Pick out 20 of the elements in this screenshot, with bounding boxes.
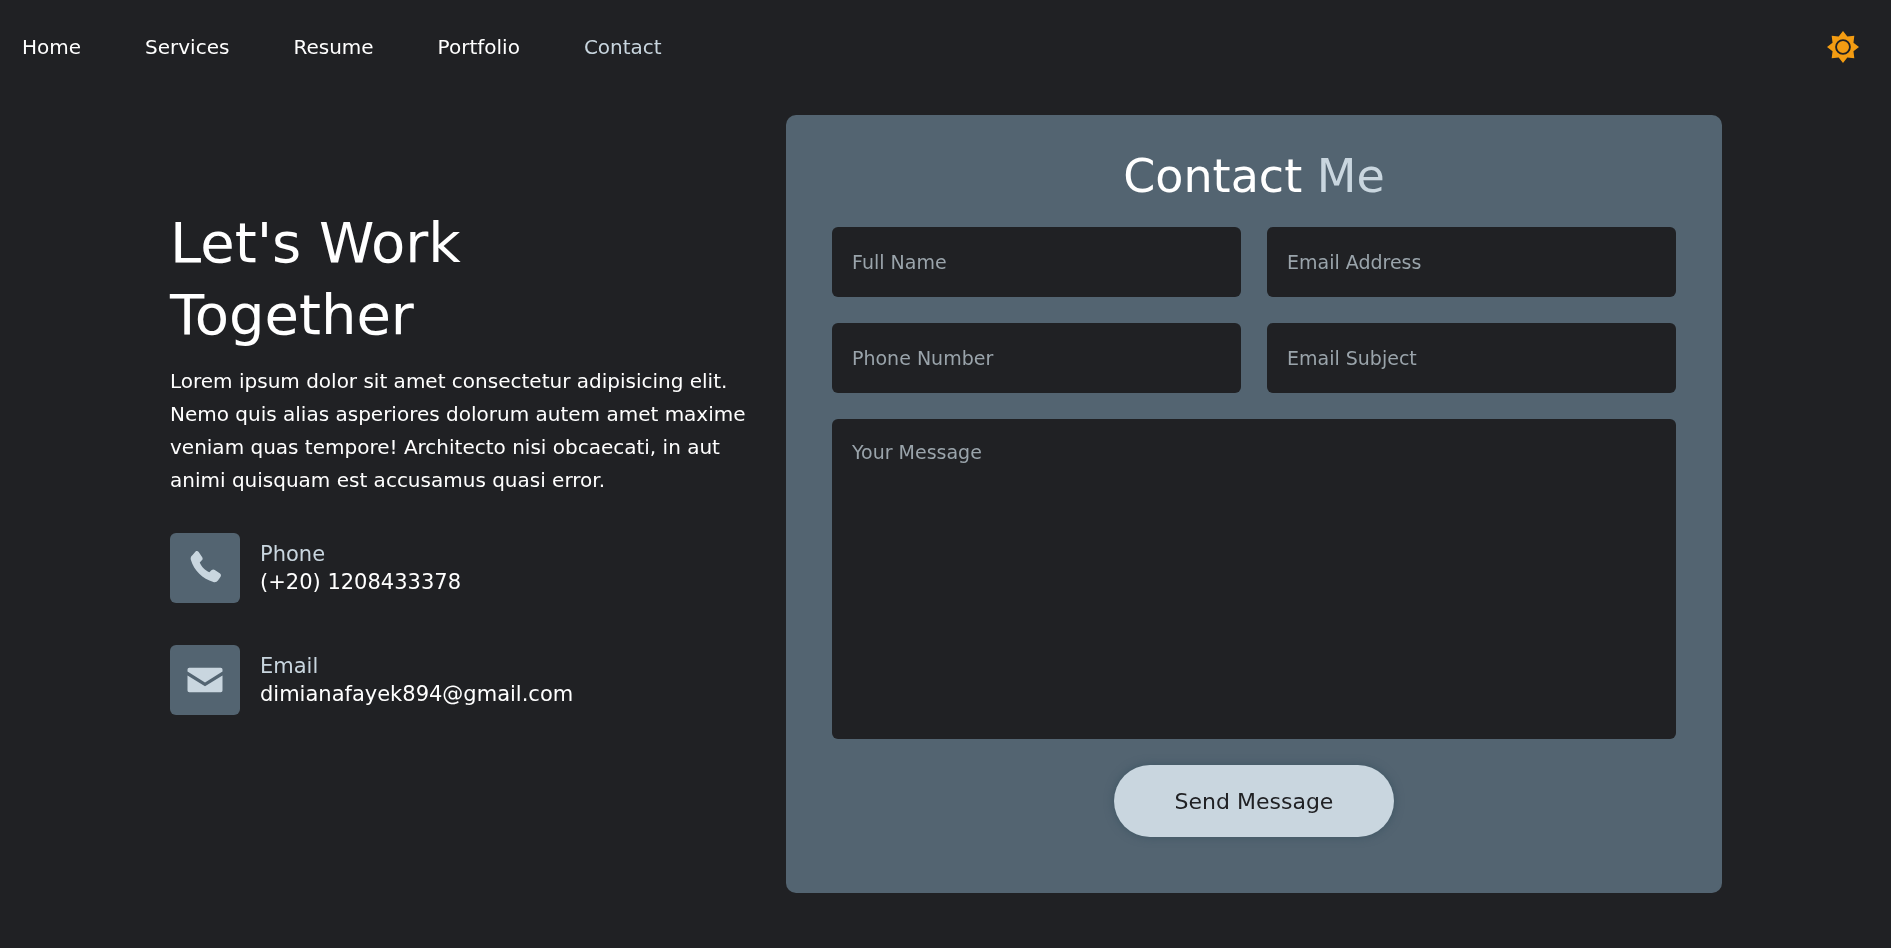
page-heading: Let's Work Together bbox=[170, 209, 462, 349]
nav-link[interactable]: Resume bbox=[293, 35, 374, 59]
nav-link[interactable]: Portfolio bbox=[437, 35, 520, 59]
contact-label: Email bbox=[260, 654, 320, 678]
sun-icon[interactable] bbox=[1827, 31, 1859, 63]
contact-value: (+20) 1208433378 bbox=[260, 570, 461, 594]
nav-link[interactable]: Contact bbox=[583, 35, 662, 59]
form-title-accent: Me bbox=[1316, 149, 1385, 203]
input-field[interactable]: Full Name bbox=[832, 227, 1241, 297]
contact-value: dimianafayek894@gmail.com bbox=[260, 682, 574, 706]
input-field[interactable]: Email Subject bbox=[1267, 323, 1676, 393]
nav-link[interactable]: Services bbox=[145, 35, 230, 59]
form-title: Contact bbox=[1123, 149, 1303, 203]
contact-label: Phone bbox=[260, 542, 327, 566]
input-field[interactable]: Email Address bbox=[1267, 227, 1676, 297]
input-field[interactable]: Phone Number bbox=[832, 323, 1241, 393]
intro-text: Lorem ipsum dolor sit amet consectetur adipisicing elit. Nemo quis alias asperiores dolorum autem amet maxime veniam quas tempore! Architecto nisi obcaecati, in aut animi quisquam est accusamus quasi error. bbox=[170, 368, 747, 494]
nav-link[interactable]: Home bbox=[22, 35, 82, 59]
message-field[interactable]: Your Message bbox=[832, 419, 1676, 739]
send-button[interactable]: Send Message bbox=[1114, 765, 1394, 837]
